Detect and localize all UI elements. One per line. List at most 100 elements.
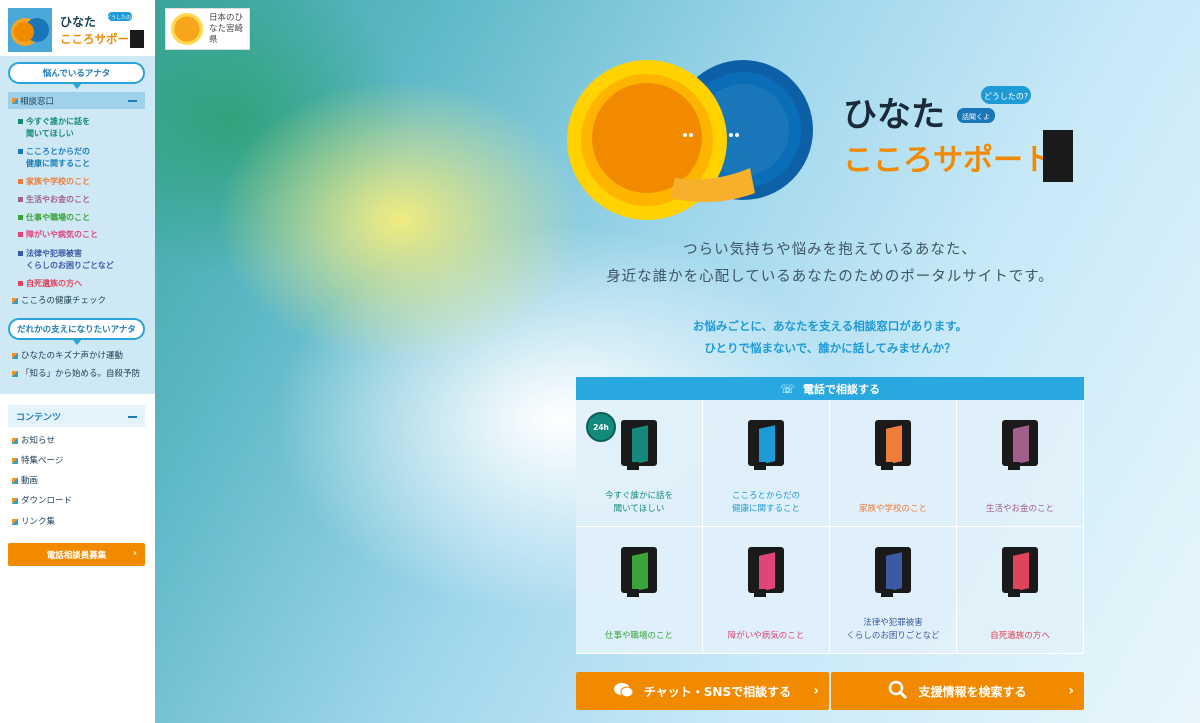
recruit-label: 電話相談員募集 bbox=[46, 550, 107, 561]
section-troubled-heading: 悩んでいるアナタ bbox=[8, 62, 145, 89]
sidebar-item-suicide-prevention[interactable]: 「知る」から始める。自殺予防 bbox=[12, 368, 140, 380]
sidebar-item-label: 自死遺族の方へ bbox=[26, 279, 82, 288]
svg-text:こころサポート: こころサポート bbox=[843, 143, 1053, 178]
svg-text:どうしたの?: どうしたの? bbox=[106, 14, 134, 21]
door-icon bbox=[621, 547, 657, 597]
door-icon bbox=[748, 547, 784, 597]
door-icon bbox=[621, 420, 657, 470]
sidebar-item-talk-now[interactable]: 今すぐ誰かに話を 聞いてほしい bbox=[18, 116, 90, 140]
tagline-line1: つらい気持ちや悩みを抱えているあなた、 bbox=[683, 242, 977, 258]
bullet-icon bbox=[12, 438, 18, 444]
svg-text:ひなた: ひなた bbox=[843, 95, 945, 135]
phone-consult-panel: ☏ 電話で相談する 今すぐ誰かに話を 聞いてほしい 24h こころとからだの 健康に… bbox=[576, 377, 1084, 657]
sidebar-item-law-crime[interactable]: 法律や犯罪被害 くらしのお困りごとなど bbox=[18, 248, 114, 272]
hero-logo: ひなた こころサポート どうしたの? 話聞くよ bbox=[567, 60, 1073, 220]
subtagline-line2: ひとりで悩まないで、誰かに話してみませんか？ bbox=[704, 341, 956, 355]
consult-tile[interactable]: 家族や学校のこと bbox=[830, 400, 957, 527]
sun-logo-icon bbox=[171, 13, 203, 45]
sidebar-item-label: 家族や学校のこと bbox=[26, 177, 90, 186]
consult-tile-label: 今すぐ誰かに話を 聞いてほしい bbox=[604, 491, 673, 514]
miyazaki-pref-badge[interactable]: 日本のひなた宮崎県 bbox=[165, 8, 250, 50]
site-logo[interactable]: ひなた こころサポート どうしたの? bbox=[8, 8, 148, 52]
health-check-label: こころの健康チェック bbox=[21, 296, 107, 306]
sidebar-item-news[interactable]: お知らせ bbox=[12, 435, 55, 447]
consult-tile[interactable]: 自死遺族の方へ bbox=[957, 527, 1084, 654]
svg-text:こころサポート: こころサポート bbox=[60, 32, 141, 46]
badge-24h: 24h bbox=[586, 412, 616, 442]
consult-tile-label: 障がいや病気のこと bbox=[727, 631, 805, 641]
subtagline-line1: お悩みごとに、あなたを支える相談窓口があります。 bbox=[692, 319, 968, 333]
door-icon bbox=[875, 547, 911, 597]
consult-tile-label: 家族や学校のこと bbox=[858, 504, 927, 514]
consult-tile[interactable]: 仕事や職場のこと bbox=[576, 527, 703, 654]
collapse-icon bbox=[128, 416, 137, 418]
chat-bubble-icon bbox=[613, 682, 634, 701]
sidebar-item-label: 今すぐ誰かに話を 聞いてほしい bbox=[26, 117, 90, 138]
consult-tile[interactable]: こころとからだの 健康に関すること bbox=[703, 400, 830, 527]
sidebar-item-videos[interactable]: 動画 bbox=[12, 475, 38, 487]
consult-tile[interactable]: 障がいや病気のこと bbox=[703, 527, 830, 654]
consult-tile-label: こころとからだの 健康に関すること bbox=[731, 491, 800, 514]
phone-icon: ☏ bbox=[779, 381, 795, 396]
bullet-icon bbox=[12, 371, 18, 377]
sidebar-item-kizuna[interactable]: ひなたのキズナ声かけ運動 bbox=[12, 350, 123, 362]
bullet-icon bbox=[12, 498, 18, 504]
chat-button-label: チャット・SNSで相談する bbox=[643, 684, 792, 699]
bullet-icon bbox=[12, 519, 18, 525]
sidebar-item-label: 生活やお金のこと bbox=[26, 195, 90, 204]
search-support-button[interactable]: 支援情報を検索する › bbox=[831, 672, 1084, 710]
consult-tile[interactable]: 生活やお金のこと bbox=[957, 400, 1084, 527]
sidebar-item-work[interactable]: 仕事や職場のこと bbox=[18, 212, 90, 224]
sidebar-item-health-check[interactable]: こころの健康チェック bbox=[12, 295, 106, 307]
sidebar-item-downloads[interactable]: ダウンロード bbox=[12, 495, 72, 507]
sidebar-item-features[interactable]: 特集ページ bbox=[12, 455, 63, 467]
chevron-right-icon: › bbox=[132, 548, 137, 559]
phone-consult-header: ☏ 電話で相談する bbox=[576, 377, 1084, 400]
news-label: お知らせ bbox=[21, 436, 55, 446]
sidebar-item-label: こころとからだの 健康に関すること bbox=[26, 147, 90, 168]
collapse-icon bbox=[128, 100, 137, 102]
recruit-counselor-button[interactable]: 電話相談員募集 › bbox=[8, 543, 145, 566]
features-label: 特集ページ bbox=[21, 456, 64, 466]
pref-badge-text: 日本のひなた宮崎県 bbox=[209, 12, 244, 45]
tagline-line2: 身近な誰かを心配しているあなたのためのポータルサイトです。 bbox=[606, 269, 1054, 285]
section-supporter-label: だれかの支えになりたいアナタ bbox=[17, 325, 136, 335]
category-consult-label: 相談窓口 bbox=[20, 96, 55, 107]
bullet-icon bbox=[12, 458, 18, 464]
consult-tile-grid: 今すぐ誰かに話を 聞いてほしい 24h こころとからだの 健康に関すること家族や学校… bbox=[576, 400, 1084, 654]
sidebar-item-label: 法律や犯罪被害 くらしのお困りごとなど bbox=[26, 249, 114, 270]
door-icon bbox=[748, 420, 784, 470]
consult-tile[interactable]: 今すぐ誰かに話を 聞いてほしい 24h bbox=[576, 400, 703, 527]
prevention-label: 「知る」から始める。自殺予防 bbox=[21, 369, 141, 379]
search-icon bbox=[888, 680, 908, 703]
links-label: リンク集 bbox=[21, 517, 56, 527]
sidebar-item-life-money[interactable]: 生活やお金のこと bbox=[18, 194, 90, 206]
sidebar-item-label: 障がいや病気のこと bbox=[26, 230, 98, 239]
sidebar-item-family-school[interactable]: 家族や学校のこと bbox=[18, 176, 90, 188]
sidebar-item-label: 仕事や職場のこと bbox=[26, 213, 90, 222]
contents-toggle[interactable]: コンテンツ bbox=[8, 405, 145, 427]
consult-tile-label: 生活やお金のこと bbox=[985, 504, 1054, 514]
section-supporter-heading: だれかの支えになりたいアナタ bbox=[8, 318, 145, 345]
sidebar-item-bereaved[interactable]: 自死遺族の方へ bbox=[18, 278, 82, 290]
contents-label: コンテンツ bbox=[16, 412, 62, 423]
chat-sns-consult-button[interactable]: チャット・SNSで相談する › bbox=[576, 672, 829, 710]
phone-header-label: 電話で相談する bbox=[803, 382, 880, 396]
door-icon bbox=[875, 420, 911, 470]
sidebar-item-mind-body[interactable]: こころとからだの 健康に関すること bbox=[18, 146, 90, 170]
search-button-label: 支援情報を検索する bbox=[918, 684, 1027, 699]
sidebar: ひなた こころサポート どうしたの? 悩んでいるアナタ 相談窓口 今すぐ誰かに話… bbox=[0, 0, 155, 723]
door-icon bbox=[1002, 547, 1038, 597]
svg-text:話聞くよ: 話聞くよ bbox=[962, 112, 990, 121]
consult-tile-label: 仕事や職場のこと bbox=[604, 631, 673, 641]
svg-text:ひなた: ひなた bbox=[60, 15, 96, 29]
category-consult-toggle[interactable]: 相談窓口 bbox=[8, 92, 145, 109]
consult-tile-label: 法律や犯罪被害 くらしのお困りごとなど bbox=[846, 618, 940, 641]
consult-tile[interactable]: 法律や犯罪被害 くらしのお困りごとなど bbox=[830, 527, 957, 654]
consult-tile-label: 自死遺族の方へ bbox=[990, 631, 1050, 641]
door-icon bbox=[1002, 420, 1038, 470]
sidebar-item-disability-illness[interactable]: 障がいや病気のこと bbox=[18, 229, 98, 241]
sidebar-item-links[interactable]: リンク集 bbox=[12, 516, 55, 528]
bullet-icon bbox=[12, 353, 18, 359]
chevron-right-icon: › bbox=[1068, 683, 1074, 699]
